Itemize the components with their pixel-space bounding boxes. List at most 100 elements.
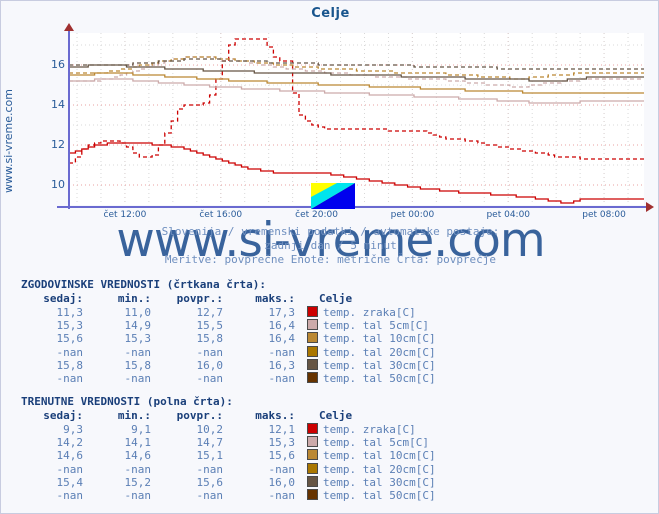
cell-povpr: -nan	[196, 462, 224, 476]
cell-maks: 15,6	[268, 449, 296, 463]
cell-min: 9,1	[131, 423, 151, 436]
historical-values-table: sedaj: min.: povpr.: maks.: Celje 11,3 11…	[21, 292, 442, 385]
page-title: Celje	[311, 6, 350, 21]
cell-sedaj: 15,6	[56, 332, 84, 346]
legend-swatch-icon	[307, 358, 318, 370]
series-line	[69, 64, 644, 82]
weather-chart-page: www.si-vreme.com Celje 10 12 14 16 čet 12:0…	[0, 0, 659, 514]
cell-maks: 12,1	[268, 423, 296, 436]
si-vreme-logo-icon	[311, 183, 355, 209]
col-header-min: min.:	[117, 409, 151, 422]
cell-min: 11,0	[124, 306, 152, 319]
historical-values-heading: ZGODOVINSKE VREDNOSTI (črtkana črta):	[21, 278, 267, 291]
cell-series-label: temp. tal 50cm[C]	[301, 372, 442, 385]
cell-maks: 16,4	[268, 319, 296, 333]
cell-povpr: 14,7	[196, 436, 224, 450]
cell-min: 14,1	[124, 436, 152, 450]
cell-series-label: temp. tal 30cm[C]	[301, 475, 442, 489]
y-tick-label: 14	[51, 98, 65, 111]
cell-min: -nan	[124, 462, 152, 476]
cell-povpr: -nan	[196, 489, 224, 503]
cell-maks: -nan	[268, 345, 296, 359]
legend-swatch-icon	[307, 462, 318, 474]
y-tick-label: 10	[51, 178, 65, 191]
cell-maks: 16,0	[268, 475, 296, 489]
legend-swatch-icon	[307, 332, 318, 344]
cell-maks: 16,4	[268, 332, 296, 346]
cell-min: 15,2	[124, 475, 152, 489]
y-tick-label: 12	[51, 138, 65, 151]
col-header-povpr: povpr.:	[176, 292, 223, 305]
col-header-station: Celje	[319, 409, 353, 422]
cell-sedaj: 15,4	[56, 475, 84, 489]
cell-povpr: 15,5	[196, 319, 224, 333]
legend-swatch-icon	[307, 372, 318, 384]
legend-swatch-icon	[307, 345, 318, 357]
table-row: 14,6 14,6 15,1 15,6 temp. tal 10cm[C]	[21, 449, 442, 462]
cell-series-label: temp. tal 30cm[C]	[301, 358, 442, 372]
col-header-maks: maks.:	[255, 292, 295, 305]
cell-maks: -nan	[268, 489, 296, 503]
cell-sedaj: 11,3	[56, 306, 84, 319]
table-row: -nan -nan -nan -nan temp. tal 20cm[C]	[21, 462, 442, 476]
cell-povpr: 16,0	[196, 358, 224, 372]
cell-min: -nan	[124, 372, 152, 386]
cell-maks: 17,3	[268, 306, 296, 319]
cell-maks: -nan	[268, 372, 296, 386]
table-row: 15,8 15,8 16,0 16,3 temp. tal 30cm[C]	[21, 358, 442, 372]
cell-sedaj: 14,2	[56, 436, 84, 450]
table-row: 11,3 11,0 12,7 17,3 temp. zraka[C]	[21, 306, 442, 319]
chart-svg	[69, 33, 644, 205]
current-values-table: sedaj: min.: povpr.: maks.: Celje 9,3 9,1…	[21, 409, 442, 502]
col-header-sedaj: sedaj:	[43, 409, 83, 422]
cell-povpr: -nan	[196, 372, 224, 386]
y-axis-arrow-icon	[64, 23, 74, 31]
historical-values-block: ZGODOVINSKE VREDNOSTI (črtkana črta): se…	[21, 278, 442, 385]
cell-series-label: temp. tal 20cm[C]	[301, 345, 442, 359]
cell-min: 15,8	[124, 358, 152, 372]
cell-povpr: 12,7	[196, 306, 224, 319]
legend-swatch-icon	[307, 436, 318, 448]
cell-sedaj: 14,6	[56, 449, 84, 463]
cell-min: -nan	[124, 345, 152, 359]
table-header-row: sedaj: min.: povpr.: maks.: Celje	[21, 409, 442, 423]
cell-maks: 15,3	[268, 436, 296, 450]
caption-line-3: Meritve: povprečne Enote: metrične Črta:…	[164, 253, 497, 266]
legend-swatch-icon	[307, 306, 318, 317]
cell-min: 15,3	[124, 332, 152, 346]
caption-line-1: Slovenija / vremenski podatki / avtomats…	[161, 225, 500, 238]
y-tick-label: 16	[51, 58, 65, 71]
cell-series-label: temp. tal 10cm[C]	[301, 332, 442, 345]
chart-plot-area	[69, 33, 644, 205]
col-header-maks: maks.:	[255, 409, 295, 422]
legend-swatch-icon	[307, 489, 318, 501]
cell-series-label: temp. tal 5cm[C]	[301, 436, 442, 449]
sidebar-site-url: www.si-vreme.com	[2, 89, 15, 193]
cell-sedaj: 15,8	[56, 358, 84, 372]
cell-maks: 16,3	[268, 358, 296, 372]
series-line	[69, 56, 644, 88]
cell-sedaj: 15,3	[56, 319, 84, 333]
y-axis-line	[68, 29, 70, 209]
table-row: -nan -nan -nan -nan temp. tal 20cm[C]	[21, 345, 442, 359]
col-header-sedaj: sedaj:	[43, 292, 83, 305]
table-header-row: sedaj: min.: povpr.: maks.: Celje	[21, 292, 442, 306]
legend-swatch-icon	[307, 475, 318, 487]
cell-povpr: 15,8	[196, 332, 224, 346]
cell-povpr: 15,6	[196, 475, 224, 489]
table-row: 15,6 15,3 15,8 16,4 temp. tal 10cm[C]	[21, 332, 442, 345]
cell-series-label: temp. tal 20cm[C]	[301, 462, 442, 476]
cell-sedaj: -nan	[56, 372, 84, 386]
current-values-block: TRENUTNE VREDNOSTI (polna črta): sedaj: …	[21, 395, 442, 502]
series-line	[69, 56, 644, 80]
legend-swatch-icon	[307, 319, 318, 331]
x-axis-arrow-icon	[646, 202, 654, 212]
cell-maks: -nan	[268, 462, 296, 476]
cell-series-label: temp. tal 5cm[C]	[301, 319, 442, 332]
col-header-min: min.:	[117, 292, 151, 305]
col-header-station: Celje	[319, 292, 353, 305]
table-row: 14,2 14,1 14,7 15,3 temp. tal 5cm[C]	[21, 436, 442, 449]
cell-series-label: temp. zraka[C]	[301, 306, 442, 319]
cell-min: 14,6	[124, 449, 152, 463]
cell-sedaj: -nan	[56, 345, 84, 359]
